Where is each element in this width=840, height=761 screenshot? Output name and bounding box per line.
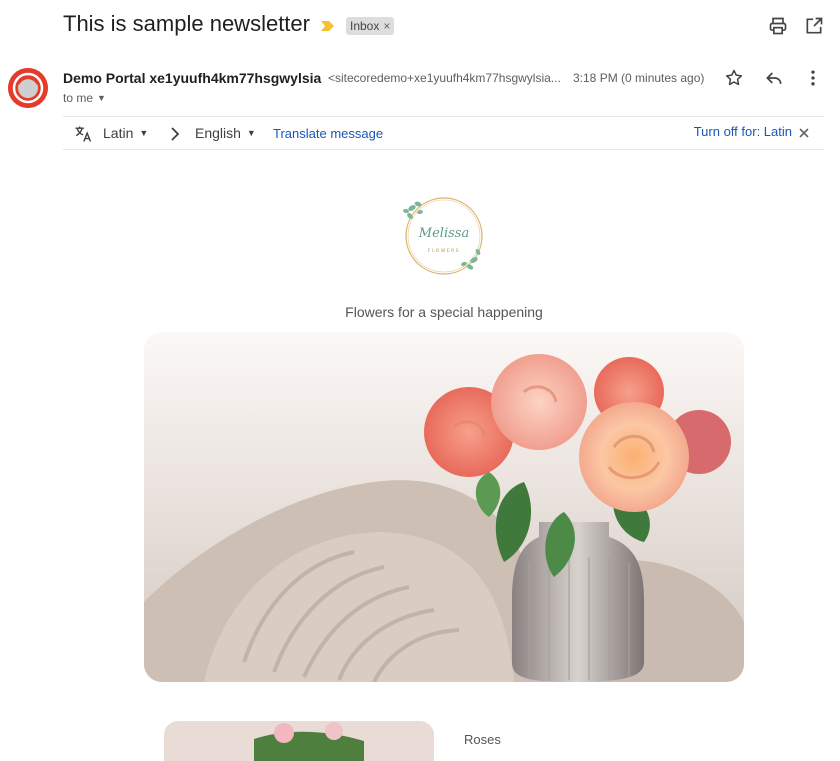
sender-avatar[interactable] [8,68,48,108]
email-timestamp: 3:18 PM (0 minutes ago) [573,71,705,85]
source-language-label: Latin [103,125,134,141]
chevron-down-icon: ▼ [97,93,106,103]
product-title: Roses [464,732,501,747]
close-icon[interactable] [798,127,810,139]
importance-marker-icon[interactable] [320,20,335,32]
target-language-label: English [195,125,241,141]
email-subject: This is sample newsletter [63,11,310,36]
translate-bar: Latin ▼ English ▼ Translate message Turn o… [63,116,824,150]
target-language-select[interactable]: English ▼ [195,125,256,141]
open-in-new-window-icon[interactable] [804,16,824,36]
source-language-select[interactable]: Latin ▼ [103,125,148,141]
logo-sub-text: FLOWERS [428,248,460,254]
reply-icon[interactable] [764,68,784,88]
hero-bouquet-image [144,332,744,682]
inbox-label-text: Inbox [350,19,380,33]
subject-row: This is sample newsletter Inbox × [0,0,840,52]
recipient-text: to me [63,91,94,105]
chevron-down-icon: ▼ [246,128,256,138]
melissa-flowers-logo: Melissa FLOWERS [403,197,483,275]
chevron-down-icon: ▼ [139,128,149,138]
inbox-label-chip: Inbox × [346,17,395,35]
turn-off-translation-link[interactable]: Turn off for: Latin [694,124,792,139]
remove-label-button[interactable]: × [383,19,390,33]
more-vert-icon[interactable] [803,68,823,88]
recipient-details-toggle[interactable]: to me ▼ [63,91,106,105]
translate-message-link[interactable]: Translate message [273,126,383,141]
newsletter-tagline: Flowers for a special happening [345,304,543,320]
sender-email: <sitecoredemo+xe1yuufh4km77hsgwylsia... [328,71,561,85]
star-icon[interactable] [724,68,744,88]
logo-script-text: Melissa [418,226,469,241]
translate-icon [75,126,92,142]
sender-name[interactable]: Demo Portal xe1yuufh4km77hsgwylsia [63,70,321,86]
product-thumbnail-image [164,721,434,761]
chevron-right-icon [171,127,180,141]
print-icon[interactable] [768,16,788,36]
